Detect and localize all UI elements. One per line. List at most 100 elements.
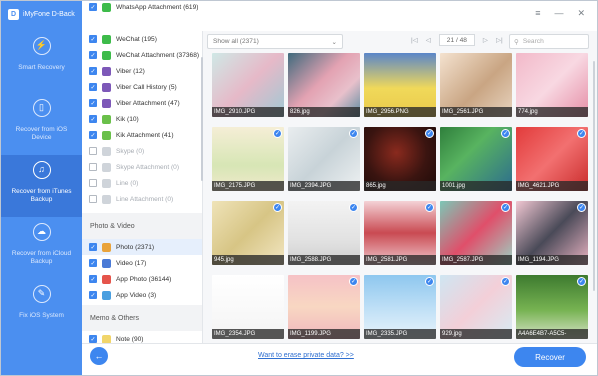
photo-tile[interactable]: ✓ IMG_2175.JPG bbox=[212, 127, 284, 191]
checkbox[interactable]: ✓ bbox=[89, 67, 97, 75]
photo-tile[interactable]: IMG_2354.JPG bbox=[212, 275, 284, 339]
selected-check-icon[interactable]: ✓ bbox=[425, 129, 434, 138]
sidebar-item-recover-from-icloud-backup[interactable]: ☁ Recover from iCloud Backup bbox=[1, 217, 82, 279]
selected-check-icon[interactable]: ✓ bbox=[425, 277, 434, 286]
photo-tile[interactable]: ✓ IMG_2394.JPG bbox=[288, 127, 360, 191]
photo-tile[interactable]: ✓ IMG_1199.JPG bbox=[288, 275, 360, 339]
selected-check-icon[interactable]: ✓ bbox=[273, 203, 282, 212]
menu-icon[interactable]: ≡ bbox=[535, 8, 540, 19]
chevron-down-icon: ⌄ bbox=[331, 38, 337, 46]
checkbox[interactable] bbox=[89, 179, 97, 187]
filter-select[interactable]: Show all (2371) ⌄ bbox=[207, 34, 343, 49]
sidebar-item-label: Fix iOS System bbox=[19, 312, 64, 319]
checkbox[interactable]: ✓ bbox=[89, 243, 97, 251]
photo-tile[interactable]: ✓ IMG_1194.JPG bbox=[516, 201, 588, 265]
category-item[interactable]: Skype (0) bbox=[82, 143, 202, 159]
preview-scrollbar[interactable] bbox=[593, 61, 595, 291]
photo-tile[interactable]: ✓ IMG_2335.JPG bbox=[364, 275, 436, 339]
category-label: Line Attachment (0) bbox=[116, 195, 174, 203]
category-item-whatsapp-attachment[interactable]: ✓ WhatsApp Attachment (619) bbox=[89, 1, 198, 13]
category-item[interactable]: Skype Attachment (0) bbox=[82, 159, 202, 175]
selected-check-icon[interactable]: ✓ bbox=[577, 203, 586, 212]
minimize-icon[interactable]: — bbox=[554, 8, 563, 19]
photo-tile[interactable]: 774.jpg bbox=[516, 53, 588, 117]
checkbox[interactable]: ✓ bbox=[89, 291, 97, 299]
selected-check-icon[interactable]: ✓ bbox=[577, 129, 586, 138]
selected-check-icon[interactable]: ✓ bbox=[501, 277, 510, 286]
checkbox[interactable] bbox=[89, 147, 97, 155]
prev-page-icon[interactable]: ◁ bbox=[426, 36, 431, 44]
category-item[interactable]: ✓ Photo (2371) bbox=[82, 239, 202, 255]
category-label: Viber Call History (5) bbox=[116, 83, 177, 91]
category-item[interactable]: ✓ Viber (12) bbox=[82, 63, 202, 79]
checkbox[interactable]: ✓ bbox=[89, 83, 97, 91]
category-item[interactable]: ✓ App Photo (36144) bbox=[82, 271, 202, 287]
photo-filename: IMG_2588.JPG bbox=[288, 255, 360, 265]
sidebar-item-fix-ios-system[interactable]: ✎ Fix iOS System bbox=[1, 279, 82, 341]
category-item[interactable]: ✓ Note (90) bbox=[82, 331, 202, 343]
photo-filename: IMG_1199.JPG bbox=[288, 329, 360, 339]
photo-tile[interactable]: ✓ 945.jpg bbox=[212, 201, 284, 265]
last-page-icon[interactable]: ▷| bbox=[496, 36, 503, 44]
photo-tile[interactable]: ✓ IMG_2581.JPG bbox=[364, 201, 436, 265]
checkbox[interactable] bbox=[89, 195, 97, 203]
photo-tile[interactable]: IMG_2956.PNG bbox=[364, 53, 436, 117]
category-label: Kik (10) bbox=[116, 115, 139, 123]
checkbox[interactable] bbox=[89, 163, 97, 171]
photo-tile[interactable]: IMG_2561.JPG bbox=[440, 53, 512, 117]
recover-button[interactable]: Recover bbox=[514, 347, 586, 367]
erase-private-data-link[interactable]: Want to erase private data? >> bbox=[258, 352, 354, 359]
photo-tile[interactable]: ✓ IMG_4621.JPG bbox=[516, 127, 588, 191]
photo-tile[interactable]: ✓ IMG_2588.JPG bbox=[288, 201, 360, 265]
photo-tile[interactable]: ✓ 865.jpg bbox=[364, 127, 436, 191]
selected-check-icon[interactable]: ✓ bbox=[425, 203, 434, 212]
page-indicator[interactable]: 21 / 48 bbox=[438, 34, 475, 46]
photo-tile[interactable]: ✓ A4A6E4B7-A5C5- bbox=[516, 275, 588, 339]
category-label: Note (90) bbox=[116, 335, 144, 343]
category-item[interactable]: Line (0) bbox=[82, 175, 202, 191]
checkbox[interactable]: ✓ bbox=[89, 3, 97, 11]
photo-filename: IMG_2561.JPG bbox=[440, 107, 512, 117]
sidebar-item-recover-from-itunes-backup[interactable]: ♫ Recover from iTunes Backup bbox=[1, 155, 82, 217]
checkbox[interactable]: ✓ bbox=[89, 99, 97, 107]
photo-tile[interactable]: IMG_2910.JPG bbox=[212, 53, 284, 117]
selected-check-icon[interactable]: ✓ bbox=[349, 129, 358, 138]
category-item[interactable]: ✓ Video (17) bbox=[82, 255, 202, 271]
category-item[interactable]: ✓ Viber Attachment (47) bbox=[82, 95, 202, 111]
whatsapp-icon bbox=[102, 2, 111, 12]
category-label: Kik Attachment (41) bbox=[116, 131, 174, 139]
checkbox[interactable]: ✓ bbox=[89, 335, 97, 343]
selected-check-icon[interactable]: ✓ bbox=[349, 203, 358, 212]
first-page-icon[interactable]: |◁ bbox=[411, 36, 418, 44]
checkbox[interactable]: ✓ bbox=[89, 259, 97, 267]
back-button[interactable]: ← bbox=[90, 347, 108, 365]
selected-check-icon[interactable]: ✓ bbox=[577, 277, 586, 286]
category-item[interactable]: ✓ Kik (10) bbox=[82, 111, 202, 127]
photo-tile[interactable]: ✓ 929.jpg bbox=[440, 275, 512, 339]
selected-check-icon[interactable]: ✓ bbox=[501, 129, 510, 138]
checkbox[interactable]: ✓ bbox=[89, 131, 97, 139]
checkbox[interactable]: ✓ bbox=[89, 275, 97, 283]
category-item[interactable]: ✓ App Video (3) bbox=[82, 287, 202, 303]
category-label: WeChat Attachment (37368) bbox=[116, 51, 200, 59]
photo-tile[interactable]: 826.jpg bbox=[288, 53, 360, 117]
category-item[interactable]: ✓ Kik Attachment (41) bbox=[82, 127, 202, 143]
sidebar-item-label: Smart Recovery bbox=[18, 64, 65, 71]
photo-tile[interactable]: ✓ 1001.jpg bbox=[440, 127, 512, 191]
next-page-icon[interactable]: ▷ bbox=[483, 36, 488, 44]
selected-check-icon[interactable]: ✓ bbox=[501, 203, 510, 212]
selected-check-icon[interactable]: ✓ bbox=[349, 277, 358, 286]
category-item[interactable]: ✓ Viber Call History (5) bbox=[82, 79, 202, 95]
sidebar-item-smart-recovery[interactable]: ⚡ Smart Recovery bbox=[1, 31, 82, 93]
category-item[interactable]: ✓ WeChat (195) bbox=[82, 31, 202, 47]
selected-check-icon[interactable]: ✓ bbox=[273, 129, 282, 138]
checkbox[interactable]: ✓ bbox=[89, 115, 97, 123]
close-icon[interactable]: ✕ bbox=[577, 8, 585, 19]
checkbox[interactable]: ✓ bbox=[89, 35, 97, 43]
category-item[interactable]: Line Attachment (0) bbox=[82, 191, 202, 207]
search-input[interactable]: ⚲ Search bbox=[509, 34, 589, 49]
category-item[interactable]: ✓ WeChat Attachment (37368) bbox=[82, 47, 202, 63]
sidebar-item-recover-from-ios-device[interactable]: ▯ Recover from iOS Device bbox=[1, 93, 82, 155]
photo-tile[interactable]: ✓ IMG_2587.JPG bbox=[440, 201, 512, 265]
checkbox[interactable]: ✓ bbox=[89, 51, 97, 59]
